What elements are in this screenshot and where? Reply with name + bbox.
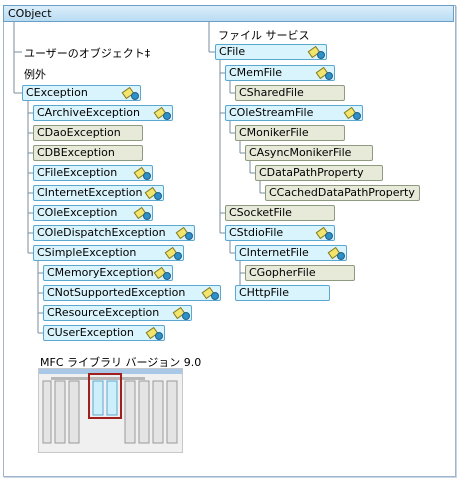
- class-node-label: CResourceException: [47, 306, 160, 319]
- class-node-cmemfile[interactable]: CMemFile: [225, 65, 335, 81]
- class-node-label: CMonikerFile: [239, 126, 309, 139]
- class-node-cdatapathproperty[interactable]: CDataPathProperty: [255, 165, 383, 181]
- class-node-label: CFileException: [37, 166, 118, 179]
- class-node-cmemoryexception[interactable]: CMemoryException: [43, 265, 173, 281]
- class-node-label: CNotSupportedException: [47, 286, 186, 299]
- dot-icon: [337, 252, 345, 260]
- dot-icon: [174, 252, 182, 260]
- class-node-icons: [133, 166, 151, 180]
- class-node-label: CInternetException: [37, 186, 143, 199]
- class-node-label: CSharedFile: [239, 86, 304, 99]
- minimap-column: [124, 380, 136, 444]
- class-node-casyncmonikerfile[interactable]: CAsyncMonikerFile: [245, 145, 373, 161]
- class-node-csocketfile[interactable]: CSocketFile: [225, 205, 335, 221]
- class-node-label: CUserException: [47, 326, 134, 339]
- exceptions-label: 例外: [24, 68, 46, 81]
- class-node-icons: [172, 306, 190, 320]
- class-node-label: CDaoException: [37, 126, 121, 139]
- dot-icon: [155, 332, 163, 340]
- class-node-icons: [315, 66, 333, 80]
- class-node-icons: [307, 45, 325, 59]
- class-node-cresourceexception[interactable]: CResourceException: [43, 305, 192, 321]
- class-node-cuserexception[interactable]: CUserException: [43, 325, 165, 341]
- dot-icon: [163, 272, 171, 280]
- class-node-icons: [327, 246, 345, 260]
- dot-icon: [325, 72, 333, 80]
- class-node-icons: [153, 106, 171, 120]
- class-node-cdbexception[interactable]: CDBException: [33, 145, 143, 161]
- class-node-label: COleStreamFile: [229, 106, 314, 119]
- class-node-coleexception[interactable]: COleException: [33, 205, 153, 221]
- class-node-icons: [121, 86, 139, 100]
- class-node-label: CSocketFile: [229, 206, 292, 219]
- class-node-cinternetexception[interactable]: CInternetException: [33, 185, 164, 201]
- file-services-label: ファイル サービス: [218, 29, 310, 42]
- class-node-cmonikerfile[interactable]: CMonikerFile: [235, 125, 345, 141]
- dot-icon: [353, 112, 361, 120]
- class-node-label: CException: [26, 86, 88, 99]
- class-node-label: CAsyncMonikerFile: [249, 146, 352, 159]
- class-node-label: CFile: [219, 45, 246, 58]
- minimap-column: [92, 380, 104, 416]
- dot-icon: [143, 212, 151, 220]
- class-node-coledispatchexception[interactable]: COleDispatchException: [33, 225, 195, 241]
- class-node-icons: [133, 206, 151, 220]
- class-node-icons: [175, 226, 193, 240]
- class-node-label: CStdioFile: [229, 226, 284, 239]
- class-node-label: CSimpleException: [37, 246, 137, 259]
- class-node-icons: [315, 226, 333, 240]
- user-objects-label: ユーザーのオブジェクト‡: [24, 47, 151, 60]
- minimap: [38, 368, 183, 453]
- dot-icon: [325, 232, 333, 240]
- class-node-label: CHttpFile: [239, 286, 289, 299]
- minimap-column: [152, 380, 164, 444]
- class-node-label: CMemoryException: [47, 266, 154, 279]
- class-node-cexception[interactable]: CException: [22, 85, 141, 101]
- dot-icon: [163, 112, 171, 120]
- minimap-column: [166, 380, 178, 444]
- class-node-cstdiofile[interactable]: CStdioFile: [225, 225, 335, 241]
- class-node-cnotsupportedexception[interactable]: CNotSupportedException: [43, 285, 221, 301]
- class-node-label: CDataPathProperty: [259, 166, 364, 179]
- class-node-icons: [201, 286, 219, 300]
- class-node-label: COleException: [37, 206, 118, 219]
- class-node-label: CCachedDataPathProperty: [269, 186, 415, 199]
- class-node-csharedfile[interactable]: CSharedFile: [235, 85, 345, 101]
- class-node-icons: [153, 266, 171, 280]
- dot-icon: [131, 92, 139, 100]
- class-node-icons: [145, 326, 163, 340]
- dot-icon: [211, 292, 219, 300]
- class-node-label: CDBException: [37, 146, 115, 159]
- class-node-label: CInternetFile: [239, 246, 309, 259]
- dot-icon: [317, 51, 325, 59]
- minimap-column: [68, 380, 80, 444]
- minimap-column: [106, 380, 118, 416]
- class-node-cfileexception[interactable]: CFileException: [33, 165, 153, 181]
- class-node-icons: [343, 106, 361, 120]
- class-node-cdaoexception[interactable]: CDaoException: [33, 125, 143, 141]
- class-node-ccacheddatapathproperty[interactable]: CCachedDataPathProperty: [265, 185, 420, 201]
- class-node-carchiveexception[interactable]: CArchiveException: [33, 105, 173, 121]
- dot-icon: [185, 232, 193, 240]
- class-node-chttpfile[interactable]: CHttpFile: [235, 285, 330, 301]
- dot-icon: [182, 312, 190, 320]
- class-node-label: CArchiveException: [37, 106, 140, 119]
- class-node-colestreamfile[interactable]: COleStreamFile: [225, 105, 363, 121]
- dot-icon: [154, 192, 162, 200]
- minimap-column: [42, 380, 52, 444]
- class-node-cinternetfile[interactable]: CInternetFile: [235, 245, 347, 261]
- minimap-column: [54, 380, 66, 444]
- class-node-icons: [144, 186, 162, 200]
- minimap-column: [138, 380, 150, 444]
- class-node-label: CGopherFile: [249, 266, 316, 279]
- class-node-label: COleDispatchException: [37, 226, 166, 239]
- class-node-cgopherfile[interactable]: CGopherFile: [245, 265, 355, 281]
- dot-icon: [143, 172, 151, 180]
- minimap-graphic: [39, 369, 182, 444]
- class-node-cfile[interactable]: CFile: [215, 44, 327, 60]
- class-node-icons: [164, 246, 182, 260]
- class-node-csimpleexception[interactable]: CSimpleException: [33, 245, 184, 261]
- class-node-label: CMemFile: [229, 66, 283, 79]
- minimap-line: [51, 377, 145, 380]
